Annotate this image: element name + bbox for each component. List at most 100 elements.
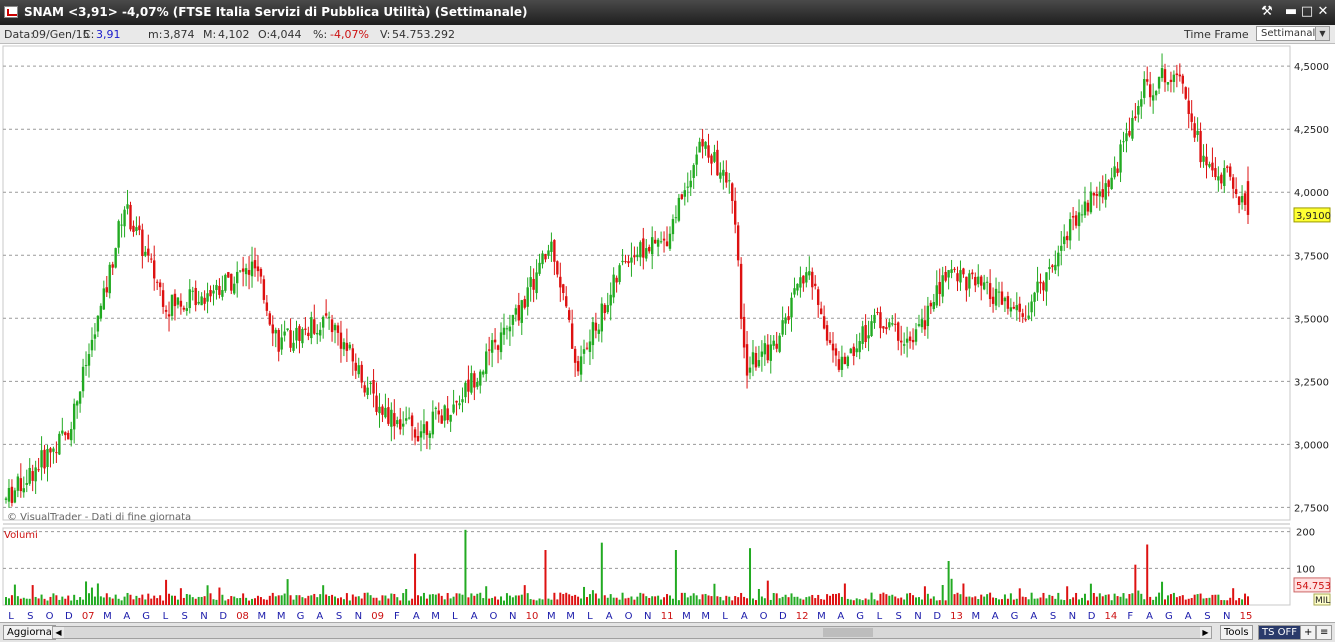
volume-bar <box>826 594 829 605</box>
candle-body <box>422 424 426 434</box>
volume-bar <box>1178 596 1181 605</box>
volume-bar <box>434 594 437 605</box>
volume-bar <box>443 599 446 605</box>
volume-bar <box>156 598 159 605</box>
candle-body <box>547 250 550 256</box>
candle-body <box>1071 216 1075 218</box>
candle-body <box>1063 236 1066 245</box>
candle-body <box>458 403 461 406</box>
timeframe-select[interactable]: Settimanale ▼ <box>1256 26 1330 41</box>
x-axis-label: A <box>1185 611 1192 622</box>
volume-bar <box>627 597 630 605</box>
scroll-left-icon[interactable]: ◀ <box>53 627 64 638</box>
x-axis-label: G <box>297 611 305 622</box>
x-axis-label: L <box>722 611 728 622</box>
volume-bar <box>1140 593 1143 605</box>
candle-body <box>731 183 734 201</box>
volume-bar <box>298 595 301 605</box>
candle-body <box>1119 144 1122 173</box>
volume-bar <box>657 595 660 605</box>
volume-bar <box>1081 597 1084 605</box>
volume-bar <box>808 596 811 605</box>
volume-bar <box>458 593 461 605</box>
volume-bar <box>701 594 704 605</box>
volume-bar <box>381 595 384 605</box>
candle-body <box>369 382 372 384</box>
volume-bar <box>473 595 476 605</box>
candle-body <box>977 276 980 285</box>
volume-bar <box>120 600 123 605</box>
volume-bar <box>485 586 488 605</box>
add-button[interactable]: + <box>1300 625 1317 640</box>
menu-icon[interactable]: ≡ <box>1316 625 1333 640</box>
volume-bar <box>328 596 331 605</box>
volume-bar <box>621 592 624 605</box>
candle-body <box>1006 296 1010 309</box>
candle-body <box>431 411 435 435</box>
volume-bar <box>500 596 503 605</box>
candle-body <box>650 237 654 255</box>
candle-body <box>538 262 541 274</box>
volume-bar <box>950 578 953 605</box>
close-button[interactable]: ✕ <box>1314 3 1332 21</box>
candle-body <box>141 229 144 256</box>
volume-bar <box>740 592 743 605</box>
tools-icon[interactable]: ⚒ <box>1258 3 1276 21</box>
volume-bar <box>781 596 784 605</box>
volume-bar <box>227 599 230 605</box>
volume-bar <box>849 599 852 605</box>
volume-bar <box>511 597 514 605</box>
candle-body <box>476 381 479 387</box>
volume-bar <box>731 600 734 605</box>
volume-bar <box>1134 564 1137 605</box>
volume-bar <box>1238 597 1241 605</box>
candle-body <box>994 288 998 306</box>
volume-bar <box>882 592 885 605</box>
candle-body <box>1231 177 1235 189</box>
volume-bar <box>1101 596 1104 605</box>
volume-bar <box>16 596 19 605</box>
ts-off-button[interactable]: TS OFF <box>1258 625 1302 640</box>
volume-bar <box>790 593 793 605</box>
pct-value: -4,07% <box>330 28 369 41</box>
candle-body <box>61 430 64 434</box>
candle-body <box>630 257 633 263</box>
candle-body <box>529 277 532 287</box>
tools-button[interactable]: Tools <box>1220 625 1253 640</box>
volume-bar <box>834 593 837 605</box>
volume-bar <box>660 599 663 605</box>
volume-label: V: <box>380 28 391 41</box>
volume-bar <box>251 598 254 605</box>
volume-bar <box>820 599 823 605</box>
candle-body <box>7 487 11 502</box>
volume-bar <box>1039 597 1042 605</box>
scroll-thumb[interactable] <box>823 628 873 637</box>
x-axis-label: A <box>606 611 613 622</box>
candle-body <box>28 467 31 484</box>
x-axis-label: M <box>258 611 267 622</box>
candle-body <box>713 152 716 162</box>
candle-body <box>908 336 912 341</box>
volume-bar <box>1187 598 1190 605</box>
candle-body <box>1042 282 1045 291</box>
candle-body <box>511 314 515 325</box>
candle-body <box>938 281 941 295</box>
scroll-right-icon[interactable]: ▶ <box>1200 627 1211 638</box>
refresh-button[interactable]: Aggiorna <box>3 625 56 640</box>
volume-bar <box>354 596 357 605</box>
candle-body <box>662 238 666 241</box>
volume-bar <box>449 598 452 605</box>
candle-body <box>1237 196 1241 205</box>
candle-body <box>1089 191 1093 213</box>
horizontal-scrollbar[interactable]: ◀ ▶ <box>52 626 1212 639</box>
candle-body <box>956 273 959 282</box>
candle-body <box>618 265 621 283</box>
price-volume-chart[interactable]: 4,5000 4,2500 4,0000 3,7500 3,5000 3,2500 3,00… <box>0 44 1335 622</box>
x-axis-label: 10 <box>526 611 539 622</box>
volume-bar <box>1161 581 1164 605</box>
candle-body <box>947 270 950 278</box>
volume-bar <box>1018 588 1021 605</box>
candle-body <box>360 364 363 383</box>
candle-body <box>1110 177 1113 190</box>
volume-bar <box>704 593 707 605</box>
